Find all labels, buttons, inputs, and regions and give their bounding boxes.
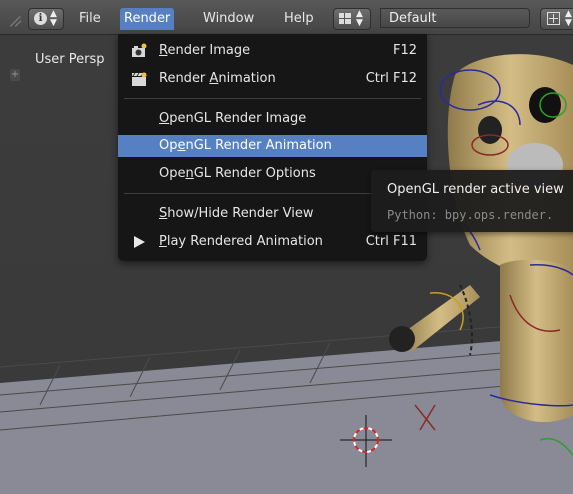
toolshelf-toggle[interactable]: +: [10, 69, 20, 81]
menu-item-render-animation[interactable]: Render Animation Ctrl F12: [118, 68, 427, 90]
view-perspective-label: User Persp: [35, 52, 105, 67]
shortcut-label: Ctrl F12: [365, 71, 417, 86]
menu-help[interactable]: Help: [280, 8, 318, 30]
menu-item-opengl-render-image[interactable]: OpenGL Render Image: [118, 108, 427, 130]
play-icon: [134, 236, 145, 248]
screen-layout-name-field[interactable]: Default: [380, 8, 530, 28]
camera-icon: [132, 43, 147, 57]
menu-file[interactable]: File: [75, 8, 105, 30]
tooltip: OpenGL render active view Python: bpy.op…: [371, 170, 573, 232]
menu-render[interactable]: Render: [120, 8, 175, 30]
menu-item-opengl-render-animation[interactable]: OpenGL Render Animation: [118, 135, 427, 157]
area-split-corner-icon[interactable]: [10, 12, 24, 27]
info-icon[interactable]: i ▲ ▼: [28, 8, 64, 30]
tooltip-title: OpenGL render active view: [387, 182, 564, 197]
header-bar: i ▲ ▼ File Render Window Help ▲ ▼ Default …: [0, 0, 573, 35]
shortcut-label: Ctrl F11: [365, 234, 417, 249]
menu-window[interactable]: Window: [199, 8, 258, 30]
add-screen-icon[interactable]: ▲ ▼: [540, 8, 573, 30]
clapperboard-icon: [132, 72, 147, 86]
screen-layout-icon[interactable]: ▲ ▼: [333, 8, 371, 30]
menu-separator: [124, 98, 421, 99]
menu-item-render-image[interactable]: Render Image F12: [118, 40, 427, 62]
menu-item-play-rendered-animation[interactable]: Play Rendered Animation Ctrl F11: [118, 231, 427, 253]
tooltip-python-path: Python: bpy.ops.render.: [387, 208, 554, 222]
shortcut-label: F12: [392, 43, 417, 58]
